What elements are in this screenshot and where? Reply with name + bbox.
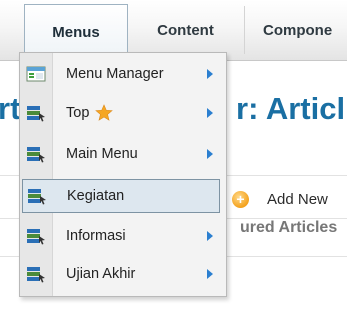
menu-item-label-text: Top [66,105,90,121]
submenu-arrow-icon [207,69,213,79]
menu-icon [27,106,45,122]
menu-item-label: Top [66,104,114,122]
menu-item-main-menu[interactable]: Main Menu [20,138,226,170]
submenu-arrow-icon [207,231,213,241]
star-icon [95,104,114,121]
menu-icon [28,189,46,205]
featured-articles-link[interactable]: ured Articles [240,219,337,237]
nav-components[interactable]: Compone [245,6,347,54]
menu-item-menu-manager[interactable]: Menu Manager [20,58,226,90]
menu-item-kegiatan[interactable]: Kegiatan [22,179,220,213]
nav-menus[interactable]: Menus [24,4,128,59]
menu-item-informasi[interactable]: Informasi [20,220,226,252]
submenu-arrow-icon [207,149,213,159]
menu-item-label: Informasi [66,228,126,244]
add-icon: + [232,190,249,208]
page-title-right-fragment: r: Articl [236,91,346,126]
menu-item-label: Kegiatan [67,188,125,204]
menu-icon [27,267,45,283]
submenu-arrow-icon [207,269,213,279]
add-new-button[interactable]: + Add New [232,184,328,214]
add-new-label: Add New [267,190,328,208]
menu-manager-icon [26,66,46,82]
nav-content[interactable]: Content [127,6,245,54]
submenu-arrow-icon [207,108,213,118]
menu-item-label: Main Menu [66,146,138,162]
menu-item-ujian-akhir[interactable]: Ujian Akhir [20,258,226,290]
menu-icon [27,229,45,245]
menus-dropdown: Menu Manager Top Main Menu Kegiatan Info… [19,52,227,297]
menu-icon [27,147,45,163]
page-title-left-fragment: rt [0,91,21,126]
menu-item-label: Ujian Akhir [66,266,136,282]
menu-item-label: Menu Manager [66,66,164,82]
nav-left-cap [0,6,25,54]
menu-item-top[interactable]: Top [20,97,226,129]
